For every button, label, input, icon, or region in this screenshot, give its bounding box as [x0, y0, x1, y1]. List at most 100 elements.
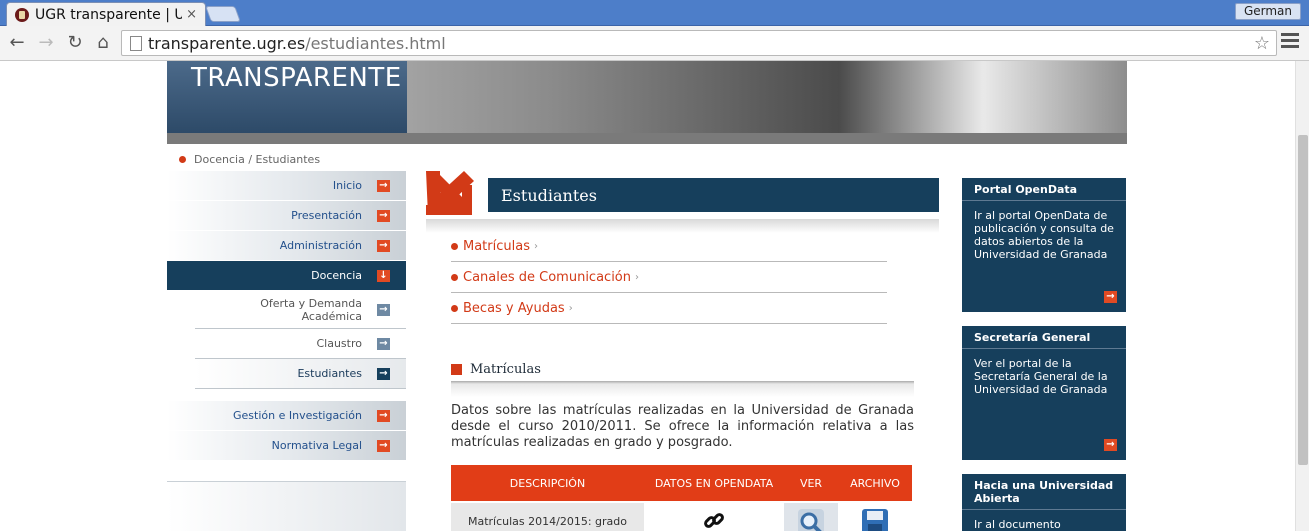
magnifier-icon[interactable]: [796, 507, 826, 531]
menu-icon[interactable]: [1281, 33, 1299, 53]
box-text: Ver el portal de la Secretaría General d…: [974, 357, 1108, 396]
arrow-down-icon: ↓: [377, 269, 390, 282]
address-bar[interactable]: transparente.ugr.es/estudiantes.html ☆: [121, 30, 1277, 56]
section-header: Estudiantes: [426, 171, 939, 233]
link-label[interactable]: Matrículas: [463, 239, 530, 254]
nav-item-label: Normativa Legal: [271, 439, 362, 452]
description-text: Datos sobre las matrículas realizadas en…: [451, 403, 914, 450]
forward-icon[interactable]: →: [35, 32, 57, 54]
arrow-right-icon: →: [377, 337, 390, 350]
nav-item-gestion-investigacion[interactable]: Gestión e Investigación →: [167, 401, 406, 431]
nav-item-presentacion[interactable]: Presentación →: [167, 201, 406, 231]
left-panel-box: [167, 481, 406, 531]
new-tab-button[interactable]: [205, 6, 241, 22]
arrow-right-icon: →: [377, 367, 390, 380]
column-header-ver: VER: [799, 476, 823, 490]
column-header-opendata: DATOS EN OPENDATA: [654, 476, 774, 490]
bullet-icon: [451, 273, 458, 281]
nav-subitem-label: Estudiantes: [297, 367, 362, 380]
link-label[interactable]: Becas y Ayudas: [463, 301, 565, 316]
page-icon: [130, 35, 142, 51]
table-row: Matrículas 2014/2015: grado: [451, 503, 912, 531]
ugr-favicon-icon: [15, 7, 29, 22]
scrollbar-thumb[interactable]: [1298, 135, 1308, 465]
chevron-right-icon: ›: [533, 240, 538, 252]
link-label[interactable]: Canales de Comunicación: [463, 270, 631, 285]
arrow-right-icon: →: [377, 409, 390, 422]
url-domain: transparente.ugr.es: [148, 33, 306, 53]
section-arrow-icon: [426, 171, 474, 215]
banner-logo-panel: TRANSPARENTE: [167, 61, 407, 133]
banner-title: TRANSPARENTE: [191, 63, 402, 93]
view-cell: [784, 503, 838, 531]
file-cell: [838, 503, 912, 531]
tab-title: UGR transparente | U: [35, 6, 183, 23]
chevron-right-icon: ›: [635, 271, 639, 283]
box-text: Ir al documento: [974, 518, 1061, 531]
nav-item-inicio[interactable]: Inicio →: [167, 171, 406, 201]
bookmark-star-icon[interactable]: ☆: [1254, 33, 1270, 54]
breadcrumb: Docencia / Estudiantes: [179, 153, 320, 166]
nav-item-label: Inicio: [332, 179, 362, 192]
square-bullet-icon: [451, 363, 462, 375]
nav-item-label: Gestión e Investigación: [233, 409, 362, 422]
arrow-right-icon: →: [377, 439, 390, 452]
home-icon[interactable]: ⌂: [92, 32, 114, 54]
bullet-icon: [179, 156, 186, 163]
breadcrumb-text[interactable]: Docencia / Estudiantes: [194, 153, 320, 166]
box-title: Portal OpenData: [962, 178, 1126, 201]
column-header-archivo: ARCHIVO: [850, 476, 900, 490]
subsection-header: Matrículas: [451, 357, 914, 381]
arrow-right-icon: →: [377, 209, 390, 222]
vertical-scrollbar[interactable]: [1295, 61, 1309, 531]
nav-subitem-label: Claustro: [316, 337, 362, 350]
save-disk-icon[interactable]: [860, 507, 890, 531]
nav-item-label: Presentación: [291, 209, 362, 222]
secretaria-general-box[interactable]: Secretaría General Ver el portal de la S…: [962, 326, 1126, 460]
box-text: Ir al portal OpenData de publicación y c…: [974, 209, 1114, 261]
table-header: DESCRIPCIÓN DATOS EN OPENDATA VER ARCHIV…: [451, 465, 912, 501]
nav-subitem-oferta-demanda[interactable]: Oferta y Demanda Académica →: [195, 291, 406, 329]
nav-subitem-estudiantes[interactable]: Estudiantes →: [195, 359, 406, 389]
tab-close-icon[interactable]: ×: [186, 7, 197, 22]
section-links: Matrículas › Canales de Comunicación › B…: [451, 231, 887, 324]
arrow-right-icon[interactable]: →: [1104, 291, 1117, 303]
subsection-divider: [451, 381, 914, 397]
link-matriculas[interactable]: Matrículas ›: [451, 231, 887, 262]
opendata-portal-box[interactable]: Portal OpenData Ir al portal OpenData de…: [962, 178, 1126, 312]
nav-item-label: Docencia: [311, 269, 362, 282]
profile-button[interactable]: German: [1234, 3, 1301, 20]
box-title: Hacia una Universidad Abierta: [962, 474, 1126, 510]
nav-subitem-claustro[interactable]: Claustro →: [195, 329, 406, 359]
subsection-title: Matrículas: [470, 361, 541, 377]
url-path: /estudiantes.html: [305, 33, 446, 53]
section-title-bar: Estudiantes: [488, 178, 939, 212]
nav-item-normativa-legal[interactable]: Normativa Legal →: [167, 431, 406, 461]
reload-icon[interactable]: ↻: [64, 32, 86, 54]
browser-tab-bar: UGR transparente | U × German: [0, 0, 1309, 26]
bullet-icon: [451, 242, 458, 250]
column-header-descripcion: DESCRIPCIÓN: [509, 476, 586, 490]
header-banner: TRANSPARENTE: [167, 61, 1127, 133]
browser-tab[interactable]: UGR transparente | U ×: [6, 2, 206, 26]
link-becas-ayudas[interactable]: Becas y Ayudas ›: [451, 293, 887, 324]
bullet-icon: [451, 304, 458, 312]
link-chain-icon[interactable]: [703, 510, 725, 531]
nav-item-administracion[interactable]: Administración →: [167, 231, 406, 261]
chevron-right-icon: ›: [568, 302, 573, 314]
nav-subitem-label: Oferta y Demanda Académica: [260, 296, 362, 323]
browser-toolbar: ← → ↻ ⌂ transparente.ugr.es/estudiantes.…: [0, 26, 1309, 61]
banner-strip: [167, 133, 1127, 144]
arrow-right-icon[interactable]: →: [1104, 439, 1117, 451]
left-nav: Inicio → Presentación → Administración →…: [167, 171, 406, 461]
page-viewport: TRANSPARENTE Docencia / Estudiantes Inic…: [0, 61, 1295, 531]
universidad-abierta-box[interactable]: Hacia una Universidad Abierta Ir al docu…: [962, 474, 1126, 531]
back-icon[interactable]: ←: [6, 32, 28, 54]
arrow-right-icon: →: [377, 239, 390, 252]
nav-item-docencia[interactable]: Docencia ↓: [167, 261, 406, 291]
link-canales-comunicacion[interactable]: Canales de Comunicación ›: [451, 262, 887, 293]
nav-gap: [167, 389, 406, 401]
page-title: Estudiantes: [501, 185, 597, 205]
arrow-right-icon: →: [377, 179, 390, 192]
box-title: Secretaría General: [962, 326, 1126, 349]
